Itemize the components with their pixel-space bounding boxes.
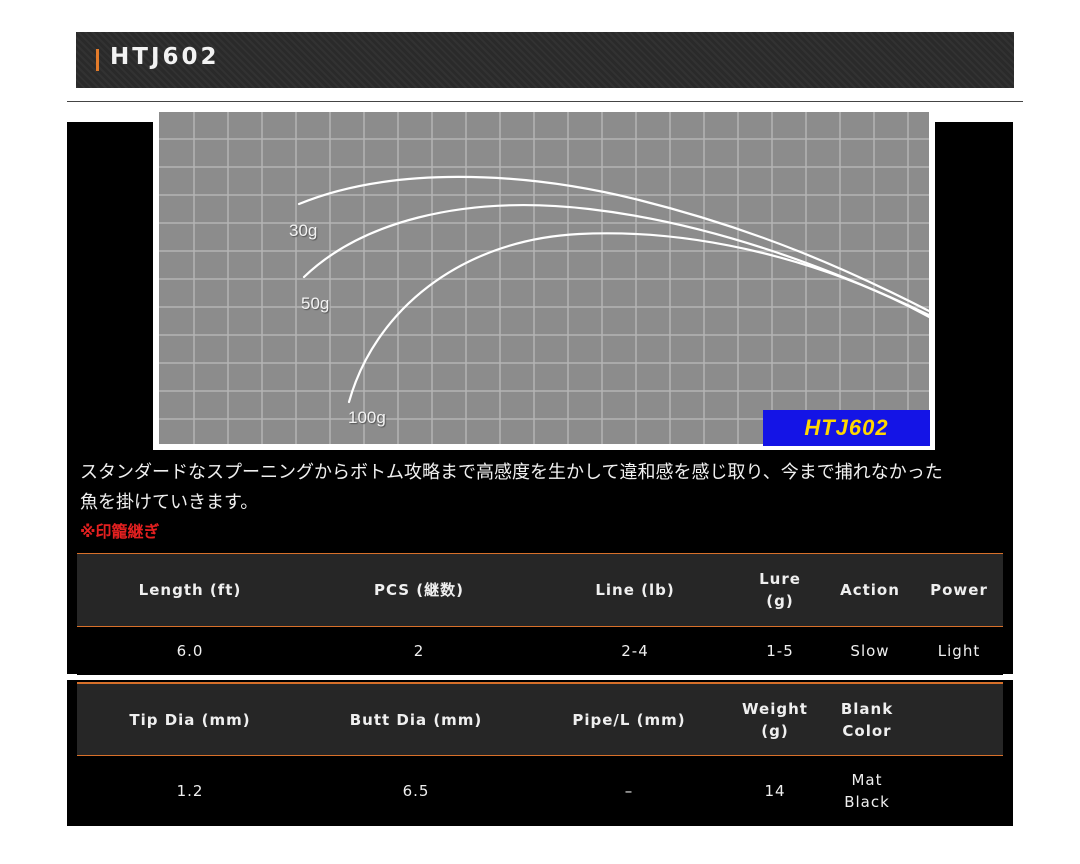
- page-title: HTJ602: [110, 44, 220, 70]
- header-line: Line (lb): [535, 553, 735, 627]
- value-length: 6.0: [77, 626, 303, 675]
- bend-curve-chart: 30g 50g 100g: [153, 108, 935, 450]
- header-action: Action: [825, 553, 915, 627]
- title-accent-bar: [96, 49, 99, 71]
- header-length: Length (ft): [77, 553, 303, 627]
- value-pcs: 2: [303, 626, 535, 675]
- bend-curve-image: [159, 112, 929, 444]
- model-badge: HTJ602: [763, 410, 930, 446]
- table-header-row: Tip Dia (mm) Butt Dia (mm) Pipe/L (mm) W…: [77, 682, 1003, 756]
- description-line-2: 魚を掛けていきます。: [80, 492, 259, 513]
- spec-table-secondary: Tip Dia (mm) Butt Dia (mm) Pipe/L (mm) W…: [77, 682, 1003, 826]
- value-tip-dia: 1.2: [77, 755, 303, 826]
- value-empty: [913, 755, 1003, 826]
- value-lure: 1-5: [735, 626, 825, 675]
- value-weight: 14: [729, 755, 821, 826]
- label-50g: 50g: [301, 294, 330, 313]
- value-power: Light: [915, 626, 1003, 675]
- value-pipe-l: –: [529, 755, 729, 826]
- product-description: スタンダードなスプーニングからボトム攻略まで高感度を生かして違和感を感じ取り、今…: [80, 458, 1005, 518]
- header-pcs: PCS (継数): [303, 553, 535, 627]
- title-bar: HTJ602: [76, 32, 1014, 88]
- header-pipe-l: Pipe/L (mm): [529, 682, 729, 756]
- value-line: 2-4: [535, 626, 735, 675]
- description-line-1: スタンダードなスプーニングからボトム攻略まで高感度を生かして違和感を感じ取り、今…: [80, 462, 943, 483]
- table-row: 6.0 2 2-4 1-5 Slow Light: [77, 626, 1003, 675]
- header-power: Power: [915, 553, 1003, 627]
- header-blank-color: Blank Color: [821, 682, 913, 756]
- joint-note: ※印籠継ぎ: [80, 522, 160, 541]
- label-30g: 30g: [289, 221, 318, 240]
- header-tip-dia: Tip Dia (mm): [77, 682, 303, 756]
- value-blank-color: Mat Black: [821, 755, 913, 826]
- label-100g: 100g: [348, 408, 386, 427]
- header-weight: Weight (g): [729, 682, 821, 756]
- header-empty: [913, 682, 1003, 756]
- value-butt-dia: 6.5: [303, 755, 529, 826]
- divider: [67, 101, 1023, 102]
- value-action: Slow: [825, 626, 915, 675]
- header-lure: Lure (g): [735, 553, 825, 627]
- table-row: 1.2 6.5 – 14 Mat Black: [77, 755, 1003, 826]
- header-butt-dia: Butt Dia (mm): [303, 682, 529, 756]
- spec-table-primary: Length (ft) PCS (継数) Line (lb) Lure (g) …: [77, 553, 1003, 675]
- table-header-row: Length (ft) PCS (継数) Line (lb) Lure (g) …: [77, 553, 1003, 627]
